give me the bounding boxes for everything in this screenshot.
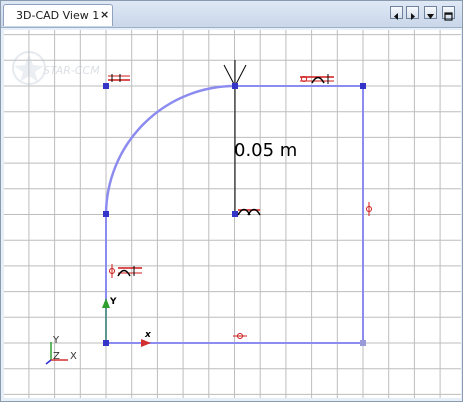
triad-x-label: X [70,351,77,362]
constraint-vertical-right[interactable] [366,202,372,216]
dimension-label[interactable]: 0.05 m [234,140,297,161]
vertex[interactable] [103,211,109,217]
dimension-arrow-left [223,64,236,87]
sketch-canvas[interactable]: STAR-CCM 0.05 m Y x Y X Z [4,30,461,398]
sketch-x-label: x [144,330,152,340]
triad-y-label: Y [52,335,60,346]
vertex[interactable] [103,83,109,89]
maximize-icon[interactable] [442,6,455,21]
tab-bar: 3D-CAD View 1 × [1,1,462,28]
star-ccm-logo: STAR-CCM [12,51,100,85]
arc-segment[interactable] [104,84,236,215]
dropdown-icon[interactable] [424,6,437,19]
vertex[interactable] [232,211,238,217]
tab-label: 3D-CAD View 1 [16,9,100,22]
constraint-tangent-top[interactable] [300,74,334,84]
cad-view-window: 3D-CAD View 1 × STAR-CCM 0.05 m Y x Y X … [0,0,463,402]
dimension-arrow-right [234,64,247,87]
view-triad: Y X Z [45,335,77,365]
triad-z-label: Z [53,351,60,362]
watermark-text: STAR-CCM [43,64,100,77]
cad-viewport[interactable]: STAR-CCM 0.05 m Y x Y X Z [4,30,461,398]
sketch-y-label: Y [109,297,117,307]
vertex[interactable] [360,340,366,346]
scroll-left-icon[interactable] [390,6,403,20]
scroll-right-icon[interactable] [406,6,419,20]
vertex[interactable] [232,83,238,89]
vertex[interactable] [360,83,366,89]
sketch-origin-axes: Y x [102,297,152,347]
tab-close-icon[interactable]: × [100,8,109,21]
constraint-horizontal-bottom[interactable] [233,333,247,339]
constraint-horizontal-top-left[interactable] [108,74,130,82]
tab-3d-cad-view-1[interactable]: 3D-CAD View 1 × [3,4,113,26]
vertex[interactable] [103,340,109,346]
